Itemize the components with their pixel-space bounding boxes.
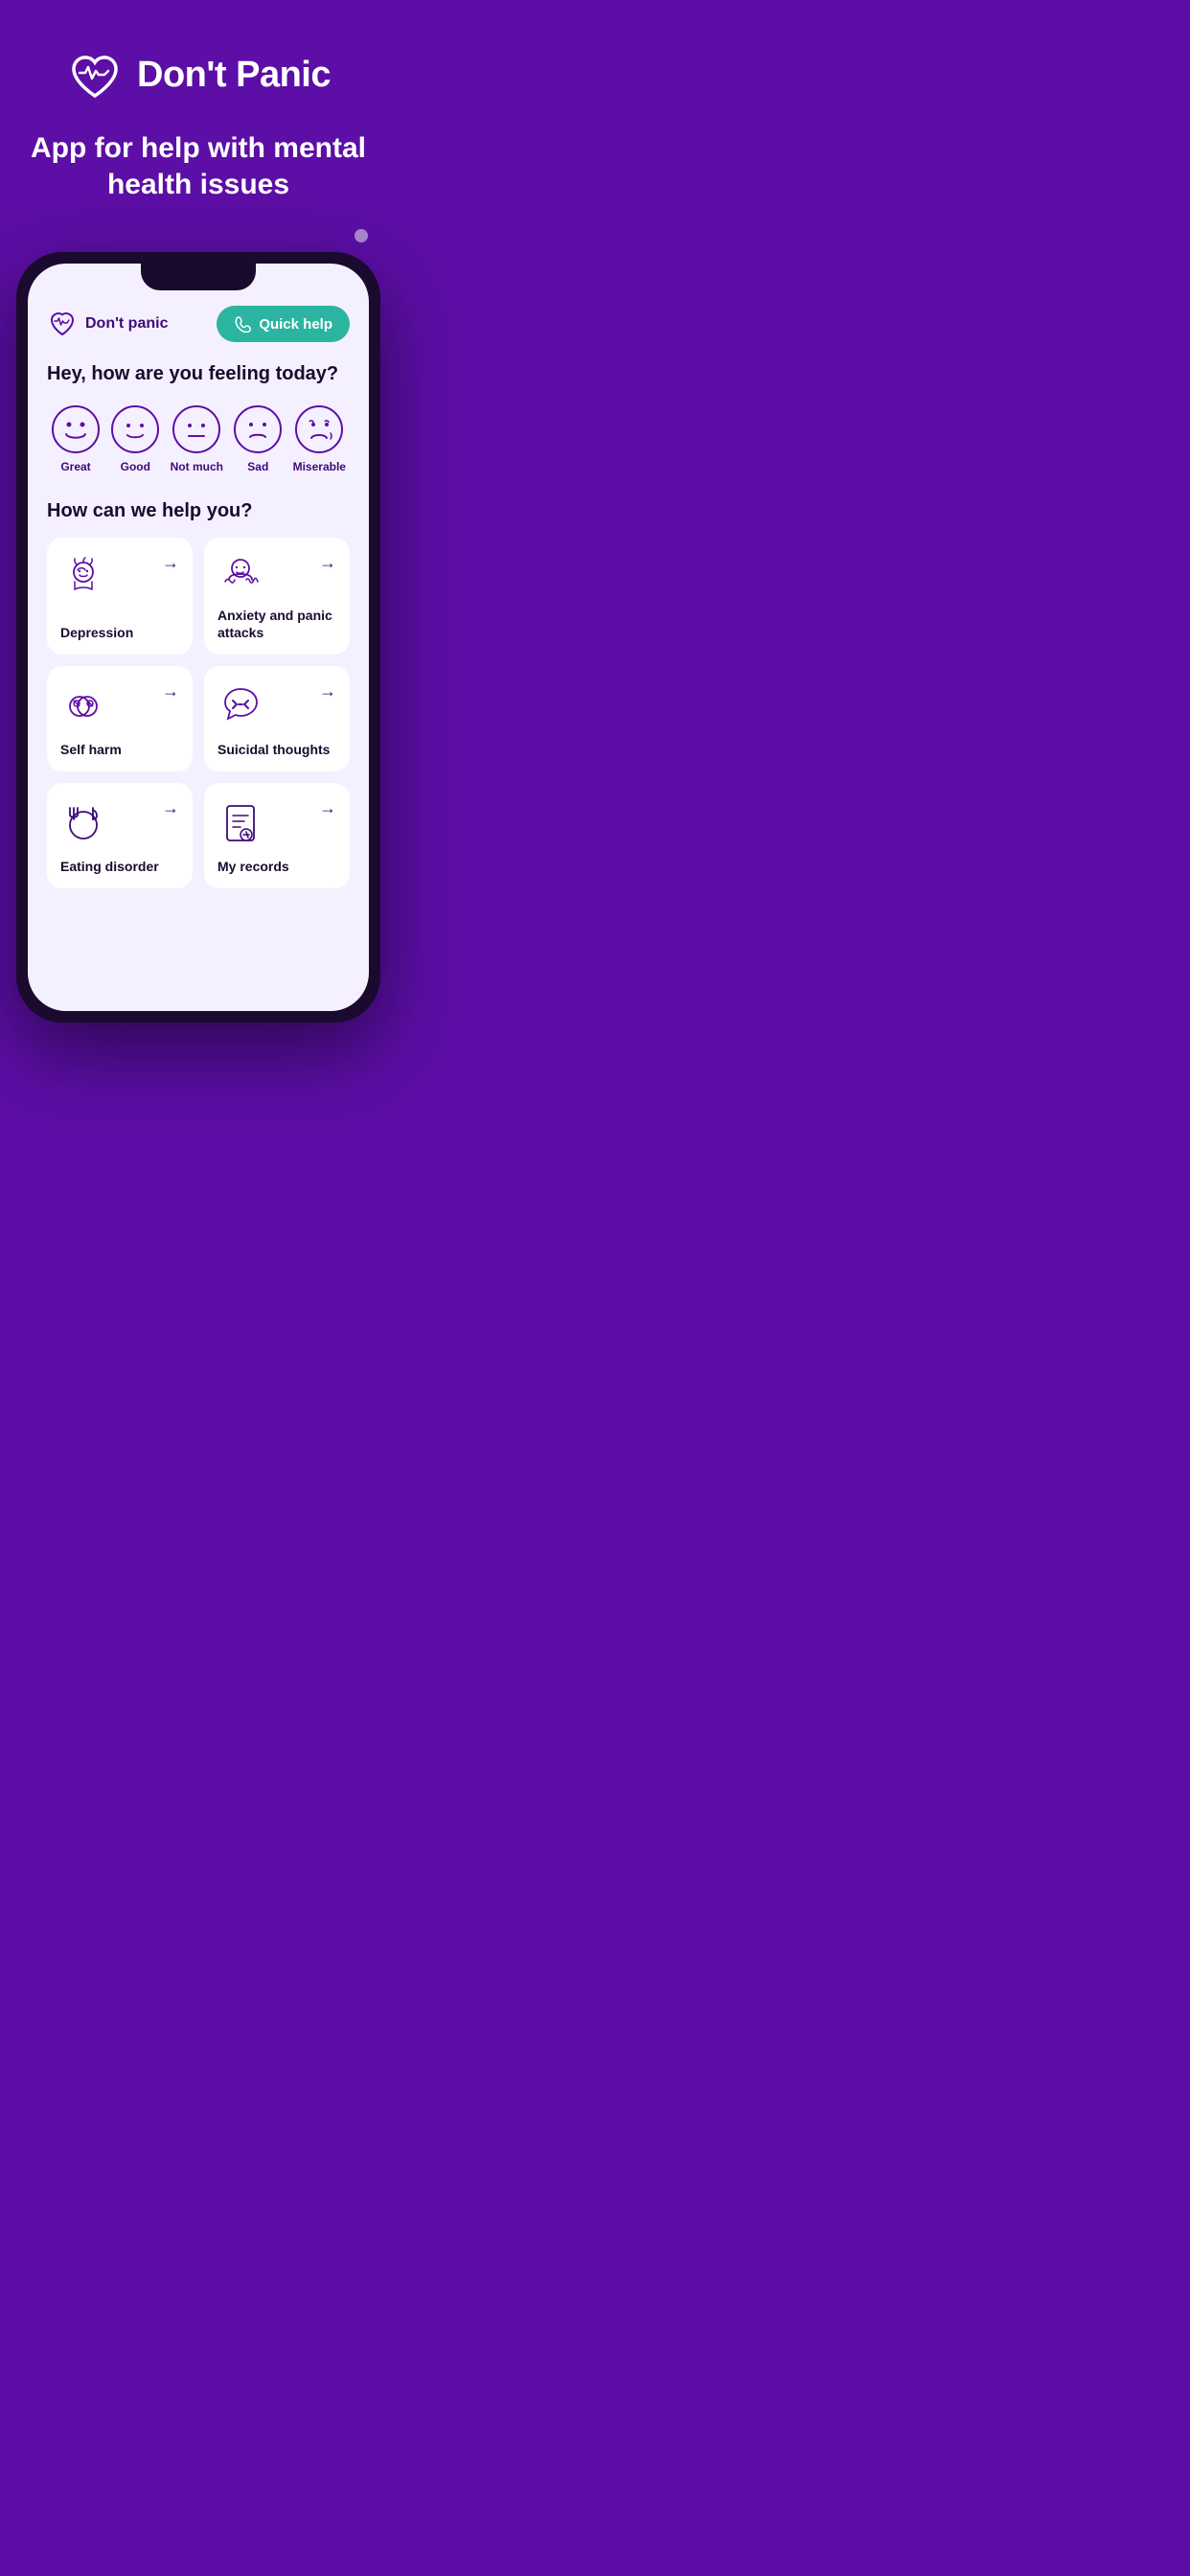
records-arrow: →: [319, 798, 336, 818]
mood-miserable-icon: [294, 404, 344, 454]
mood-sad-label: Sad: [247, 460, 268, 473]
help-card-records-top: →: [217, 798, 336, 844]
records-icon: [217, 798, 263, 844]
depression-label: Depression: [60, 624, 179, 641]
depression-icon: [60, 553, 106, 599]
help-card-self-harm-top: →: [60, 681, 179, 727]
nav-brand-label: Don't panic: [85, 315, 168, 333]
suicidal-arrow: →: [319, 681, 336, 702]
help-card-suicidal-top: →: [217, 681, 336, 727]
mood-miserable[interactable]: Miserable: [293, 404, 346, 473]
help-card-anxiety[interactable]: → Anxiety and panic attacks: [204, 538, 350, 655]
mood-great-icon: [51, 404, 101, 454]
mood-great[interactable]: Great: [51, 404, 101, 473]
screen-content: Don't panic Quick help Hey, how are you …: [28, 290, 369, 911]
nav-heart-icon: [47, 309, 78, 339]
help-card-depression-top: →: [60, 553, 179, 599]
phone-notch: [141, 264, 256, 290]
records-label: My records: [217, 858, 336, 875]
anxiety-arrow: →: [319, 553, 336, 573]
app-title: Don't Panic: [137, 55, 331, 96]
mood-good-label: Good: [121, 460, 150, 473]
help-card-eating-top: →: [60, 798, 179, 844]
eating-icon: [60, 798, 106, 844]
phone-screen: Don't panic Quick help Hey, how are you …: [28, 264, 369, 1011]
mood-good[interactable]: Good: [110, 404, 160, 473]
help-card-records[interactable]: → My records: [204, 783, 350, 888]
help-card-depression[interactable]: → Depression: [47, 538, 193, 655]
anxiety-label: Anxiety and panic attacks: [217, 607, 336, 641]
header-section: Don't Panic App for help with mental hea…: [0, 0, 397, 252]
mood-sad[interactable]: Sad: [233, 404, 283, 473]
quick-help-button[interactable]: Quick help: [217, 306, 350, 342]
anxiety-icon: [217, 553, 263, 599]
mood-good-icon: [110, 404, 160, 454]
self-harm-arrow: →: [162, 681, 179, 702]
heart-pulse-icon: [66, 46, 124, 104]
phone-mockup: Don't panic Quick help Hey, how are you …: [16, 252, 380, 1023]
mood-row: Great Good: [47, 404, 350, 473]
nav-logo: Don't panic: [47, 309, 168, 339]
quick-help-label: Quick help: [259, 316, 332, 333]
phone-icon: [234, 315, 251, 333]
suicidal-icon: [217, 681, 263, 727]
mood-miserable-label: Miserable: [293, 460, 346, 473]
help-card-eating[interactable]: → Eating disorder: [47, 783, 193, 888]
help-question: How can we help you?: [47, 500, 350, 522]
mood-sad-icon: [233, 404, 283, 454]
mood-great-label: Great: [60, 460, 90, 473]
mood-notmuch-label: Not much: [171, 460, 223, 473]
help-grid: → Depression: [47, 538, 350, 888]
mood-notmuch-icon: [172, 404, 221, 454]
depression-arrow: →: [162, 553, 179, 573]
dot-accent: [355, 229, 368, 242]
feeling-question: Hey, how are you feeling today?: [47, 363, 350, 385]
self-harm-label: Self harm: [60, 741, 179, 758]
mood-notmuch[interactable]: Not much: [171, 404, 223, 473]
nav-bar: Don't panic Quick help: [47, 306, 350, 342]
help-card-self-harm[interactable]: → Self harm: [47, 666, 193, 771]
eating-label: Eating disorder: [60, 858, 179, 875]
eating-arrow: →: [162, 798, 179, 818]
tagline: App for help with mental health issues: [23, 130, 374, 202]
help-card-anxiety-top: →: [217, 553, 336, 599]
help-card-suicidal[interactable]: → Suicidal thoughts: [204, 666, 350, 771]
self-harm-icon: [60, 681, 106, 727]
suicidal-label: Suicidal thoughts: [217, 741, 336, 758]
app-logo-row: Don't Panic: [66, 46, 331, 104]
